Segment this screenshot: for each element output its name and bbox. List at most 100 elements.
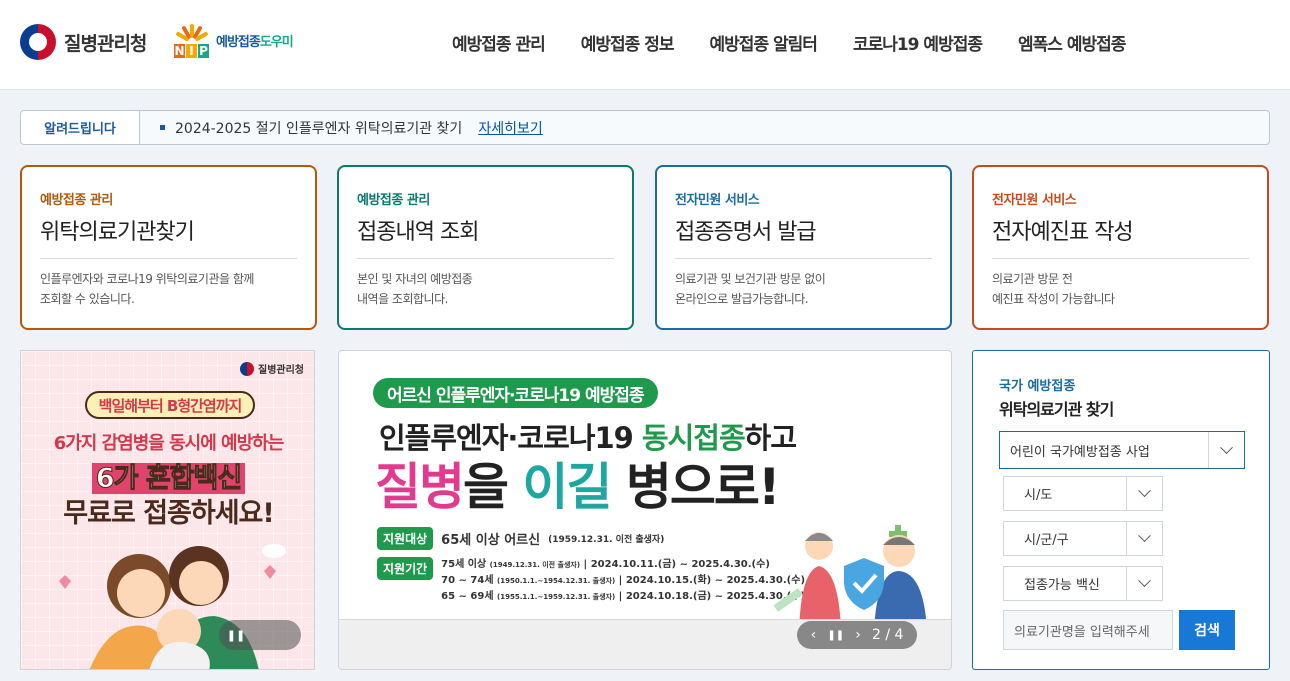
banner-line1: 6가지 감염병을 동시에 예방하는 [53,433,285,454]
notice-bar: 알려드립니다 2024-2025 절기 인플루엔자 위탁의료기관 찾기 자세히보… [20,110,1270,145]
period-age: 70 ~ 74세 [441,575,494,586]
card-category: 전자민원 서비스 [992,193,1077,208]
elderly-couple-illustration [773,525,927,631]
period-birth: (1949.12.31. 이전 출생자) [489,561,581,569]
target-tag: 지원대상 [377,527,434,550]
elderly-vaccination-banner[interactable]: 어르신 인플루엔자·코로나19 예방접종 인플루엔자·코로나19 동시접종하고 … [338,350,952,670]
banner2-controls: ‹ ❚❚ › 2 / 4 [797,621,917,649]
nav-vaccination-notices[interactable]: 예방접종 알림터 [710,30,818,55]
program-select-value: 어린이 국가예방접종 사업 [1010,444,1150,460]
card-title: 접종내역 조회 [357,214,614,259]
target-sub: (1959.12.31. 이전 출생자) [548,535,665,545]
card-vaccination-history[interactable]: 예방접종 관리 접종내역 조회 본인 및 자녀의 예방접종내역을 조회합니다. [337,165,634,330]
nav-vaccination-management[interactable]: 예방접종 관리 [452,30,546,55]
card-desc-line: 본인 및 자녀의 예방접종 [357,272,473,286]
search-category: 국가 예방접종 [999,379,1076,394]
vaccine-select[interactable]: 접종가능 백신 [1003,566,1163,601]
clinic-search-panel: 국가 예방접종 위탁의료기관 찾기 어린이 국가예방접종 사업 시/도 시/군/… [972,350,1270,670]
notice-text: 2024-2025 절기 인플루엔자 위탁의료기관 찾기 [175,120,463,137]
taegeuk-emblem-icon [240,361,254,376]
card-description: 의료기관 및 보건기관 방문 없이온라인으로 발급가능합니다. [675,269,932,309]
sido-select[interactable]: 시/도 [1003,476,1163,511]
program-select[interactable]: 어린이 국가예방접종 사업 [999,431,1245,469]
kdca-logo[interactable]: 질병관리청 [20,24,147,60]
banner2-line2-d: 병으로! [610,458,781,516]
period-item: 65 ~ 69세 (1955.1.1.~1959.12.31. 출생자) | 2… [441,591,806,602]
main-nav: 예방접종 관리 예방접종 정보 예방접종 알림터 코로나19 예방접종 엠폭스 … [452,30,1126,55]
nav-mpox-vaccination[interactable]: 엠폭스 예방접종 [1018,30,1126,55]
banner2-pill: 어르신 인플루엔자·코로나19 예방접종 [373,378,658,408]
sun-logo-icon: N I P [172,22,212,58]
search-button[interactable]: 검색 [1179,610,1235,650]
card-desc-line: 인플루엔자와 코로나19 위탁의료기관을 함께 [40,272,254,286]
card-category: 예방접종 관리 [40,193,113,208]
notice-detail-link[interactable]: 자세히보기 [478,118,542,138]
banner-line3: 무료로 접종하세요! [63,498,274,529]
vaccination-helper-logo[interactable]: N I P 예방접종도우미 [172,22,294,58]
banner-pill: 백일해부터 B형간염까지 [85,391,255,419]
card-category: 전자민원 서비스 [675,193,760,208]
card-title: 위탁의료기관찾기 [40,214,297,259]
card-description: 의료기관 방문 전예진표 작성이 가능합니다 [992,269,1249,309]
card-desc-line: 온라인으로 발급가능합니다. [675,292,809,306]
sido-select-value: 시/도 [1024,488,1053,503]
card-e-questionnaire[interactable]: 전자민원 서비스 전자예진표 작성 의료기관 방문 전예진표 작성이 가능합니다 [972,165,1269,330]
notice-tag: 알려드립니다 [21,111,140,144]
hexavalent-vaccine-banner[interactable]: 질병관리청 백일해부터 B형간염까지 6가지 감염병을 동시에 예방하는 6가 … [20,350,315,670]
logo-badge-p: P [198,44,209,58]
period-list: 75세 이상 (1949.12.31. 이전 출생자) | 2024.10.11… [441,557,805,605]
card-description: 인플루엔자와 코로나19 위탁의료기관을 함께조회할 수 있습니다. [40,269,297,309]
card-desc-line: 예진표 작성이 가능합니다 [992,292,1115,306]
prev-arrow-icon[interactable]: ‹ [811,627,817,643]
sigungu-select[interactable]: 시/군/구 [1003,521,1163,556]
period-dates: 2024.10.11.(금) ~ 2025.4.30.(수) [590,559,770,570]
chevron-down-icon [1126,477,1162,510]
taegeuk-emblem-icon [20,24,56,60]
logo2-text-b: 도우미 [259,34,294,50]
logo2-text-a: 예방접종 [216,34,261,50]
card-description: 본인 및 자녀의 예방접종내역을 조회합니다. [357,269,614,309]
next-arrow-icon[interactable]: › [855,627,861,643]
nav-vaccination-info[interactable]: 예방접종 정보 [581,30,675,55]
clinic-name-input[interactable]: 의료기관명을 입력해주세 [1003,610,1173,650]
chevron-down-icon [1126,567,1162,600]
card-title: 전자예진표 작성 [992,214,1249,259]
site-header: 질병관리청 N I P 예방접종도우미 예방접종 관리 예방접종 정보 예방접종… [0,0,1290,90]
card-desc-line: 의료기관 및 보건기관 방문 없이 [675,272,826,286]
card-certificate-issue[interactable]: 전자민원 서비스 접종증명서 발급 의료기관 및 보건기관 방문 없이온라인으로… [655,165,952,330]
card-desc-line: 조회할 수 있습니다. [40,292,135,306]
logo2-text: 예방접종도우미 [216,31,294,50]
card-desc-line: 의료기관 방문 전 [992,272,1073,286]
nav-covid19-vaccination[interactable]: 코로나19 예방접종 [853,30,983,55]
bullet-icon [160,125,165,130]
banner2-target-row: 지원대상 65세 이상 어르신 (1959.12.31. 이전 출생자) [377,527,664,550]
banner2-line2-a: 질병 [375,458,465,516]
chevron-down-icon [1208,432,1244,468]
banner2-period-row: 지원기간 75세 이상 (1949.12.31. 이전 출생자) | 2024.… [377,557,805,605]
vaccine-select-value: 접종가능 백신 [1024,578,1100,593]
card-title: 접종증명서 발급 [675,214,932,259]
period-age: 75세 이상 [441,559,487,570]
banner-line2: 6가 혼합백신 [21,456,314,495]
period-item: 70 ~ 74세 (1950.1.1.~1954.12.31. 출생자) | 2… [441,575,806,586]
chevron-down-icon [1126,522,1162,555]
card-desc-line: 내역을 조회합니다. [357,292,448,306]
period-item: 75세 이상 (1949.12.31. 이전 출생자) | 2024.10.11… [441,559,770,570]
pause-icon[interactable]: ❚❚ [227,626,245,644]
pause-icon[interactable]: ❚❚ [827,630,844,641]
banner-agency-name: 질병관리청 [258,365,304,376]
banner2-line2: 질병을 이길 병으로! [375,447,781,519]
period-age: 65 ~ 69세 [441,591,494,602]
sigungu-select-value: 시/군/구 [1024,533,1069,548]
period-birth: (1955.1.1.~1959.12.31. 출생자) [497,593,616,601]
period-tag: 지원기간 [377,557,434,580]
banner1-controls: ❚❚ [219,620,301,650]
period-birth: (1950.1.1.~1954.12.31. 출생자) [497,577,616,585]
banner-pager: 2 / 4 [871,627,904,643]
logo-badge-n: N [174,44,185,58]
logo-title: 질병관리청 [64,32,147,55]
card-category: 예방접종 관리 [357,193,430,208]
card-find-clinic[interactable]: 예방접종 관리 위탁의료기관찾기 인플루엔자와 코로나19 위탁의료기관을 함께… [20,165,317,330]
banner-agency-logo: 질병관리청 [240,361,304,376]
banner2-line2-c: 이길 [522,458,612,516]
